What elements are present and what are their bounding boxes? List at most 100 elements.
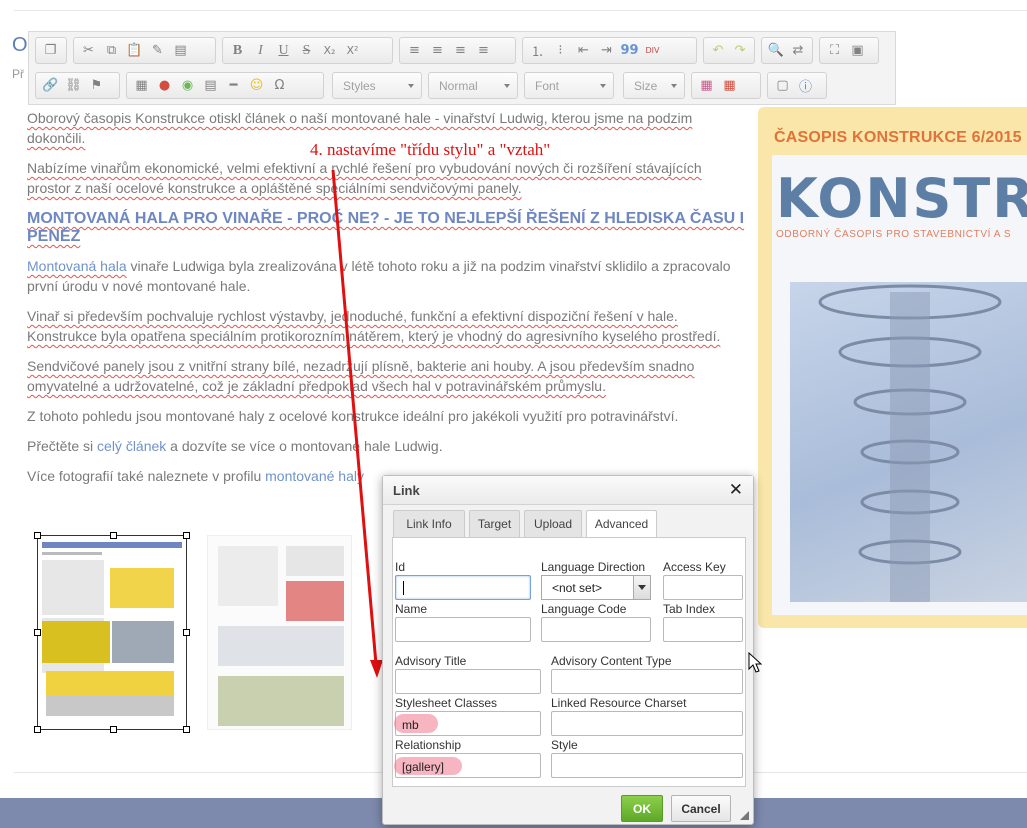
tutorial-annotation: 4. nastavíme "třídu stylu" a "vztah" bbox=[310, 140, 551, 159]
paste-text-icon[interactable]: ✎ bbox=[146, 40, 169, 61]
format-dropdown[interactable]: Normal bbox=[428, 72, 518, 99]
toolbar-group-misc: ▢ ⓘ bbox=[767, 72, 827, 99]
align-center-icon[interactable]: ≡ bbox=[426, 40, 449, 61]
about-icon[interactable]: ⓘ bbox=[794, 75, 817, 96]
chevron-down-icon bbox=[600, 84, 606, 88]
media-icon[interactable]: ◉ bbox=[176, 75, 199, 96]
tab-link-info[interactable]: Link Info bbox=[393, 510, 465, 537]
access-key-field[interactable] bbox=[663, 575, 743, 600]
linked-resource-charset-field[interactable] bbox=[551, 711, 743, 736]
language-direction-select[interactable]: <not set> bbox=[541, 575, 651, 600]
underline-button[interactable]: U bbox=[272, 40, 295, 61]
tab-index-field[interactable] bbox=[663, 617, 743, 642]
bulleted-list-icon[interactable]: ⁝ bbox=[549, 40, 572, 61]
toolbar-group-source: ❐ bbox=[35, 37, 67, 64]
subscript-button[interactable]: X₂ bbox=[318, 40, 341, 61]
advisory-content-type-field[interactable] bbox=[551, 669, 743, 694]
indent-icon[interactable]: ⇥ bbox=[595, 40, 618, 61]
paste-word-icon[interactable]: ▤ bbox=[169, 40, 192, 61]
text-color-icon[interactable]: ▦ bbox=[695, 75, 718, 96]
redo-icon[interactable]: ↷ bbox=[729, 40, 751, 61]
bold-button[interactable]: B bbox=[226, 40, 249, 61]
font-dropdown[interactable]: Font bbox=[524, 72, 614, 99]
tab-upload[interactable]: Upload bbox=[524, 510, 582, 537]
replace-icon[interactable]: ⇄ bbox=[787, 40, 809, 61]
flash-icon[interactable]: ● bbox=[153, 75, 176, 96]
chevron-down-icon bbox=[504, 84, 510, 88]
anchor-icon[interactable]: ⚑ bbox=[85, 75, 108, 96]
cancel-button[interactable]: Cancel bbox=[671, 795, 731, 822]
table-grid-icon[interactable]: ▦ bbox=[718, 75, 741, 96]
copy-format-icon[interactable]: ❐ bbox=[39, 40, 62, 61]
language-code-field[interactable] bbox=[541, 617, 651, 642]
table-icon[interactable]: ▤ bbox=[199, 75, 222, 96]
size-dropdown[interactable]: Size bbox=[623, 72, 685, 99]
ok-button[interactable]: OK bbox=[621, 795, 663, 822]
blockquote-icon[interactable]: 99 bbox=[618, 40, 641, 61]
linked-resource-charset-label: Linked Resource Charset bbox=[551, 696, 687, 710]
editor-toolbar: ❐ ✂ ⧉ 📋 ✎ ▤ B I U S X₂ X² ≡ ≡ ≡ ≡ ⒈ ⁝ ⇤ … bbox=[28, 31, 896, 105]
language-direction-label: Language Direction bbox=[541, 560, 646, 574]
close-icon[interactable]: ✕ bbox=[729, 480, 743, 500]
copy-icon[interactable]: ⧉ bbox=[100, 40, 123, 61]
unlink-icon[interactable]: ⛓ bbox=[62, 75, 85, 96]
tab-target[interactable]: Target bbox=[469, 510, 520, 537]
templates-icon[interactable]: ▢ bbox=[771, 75, 794, 96]
dialog-title-bar[interactable]: Link ✕ bbox=[383, 476, 753, 505]
chevron-down-icon bbox=[671, 84, 677, 88]
toolbar-group-insert: ▦ ● ◉ ▤ ━ ☺ Ω bbox=[126, 72, 324, 99]
toolbar-group-align: ≡ ≡ ≡ ≡ bbox=[399, 37, 516, 64]
id-label: Id bbox=[395, 560, 406, 574]
relationship-label: Relationship bbox=[395, 738, 462, 752]
article-content[interactable]: Oborový časopis Konstrukce otiskl článek… bbox=[27, 108, 747, 496]
create-div-icon[interactable]: DIV bbox=[641, 40, 664, 61]
link-icon[interactable]: 🔗 bbox=[39, 75, 62, 96]
style-field[interactable] bbox=[551, 753, 743, 778]
id-field[interactable] bbox=[395, 575, 531, 600]
magazine-cover[interactable]: ČASOPIS KONSTRUKCE 6/2015 KONSTRUK ODBOR… bbox=[758, 107, 1027, 628]
style-label: Style bbox=[551, 738, 578, 752]
article-thumbnail[interactable] bbox=[207, 535, 352, 730]
article-thumbnail-selected[interactable] bbox=[34, 532, 190, 733]
image-icon[interactable]: ▦ bbox=[130, 75, 153, 96]
paste-icon[interactable]: 📋 bbox=[123, 40, 146, 61]
dialog-title: Link bbox=[393, 483, 420, 498]
advisory-title-field[interactable] bbox=[395, 669, 541, 694]
undo-icon[interactable]: ↶ bbox=[707, 40, 729, 61]
numbered-list-icon[interactable]: ⒈ bbox=[526, 40, 549, 61]
find-icon[interactable]: 🔍 bbox=[765, 40, 787, 61]
name-field[interactable] bbox=[395, 617, 531, 642]
cut-icon[interactable]: ✂ bbox=[77, 40, 100, 61]
paragraph: Montovaná hala vinaře Ludwiga byla zreal… bbox=[27, 258, 731, 294]
stylesheet-classes-field[interactable]: mb bbox=[394, 711, 541, 736]
page-divider-top bbox=[14, 10, 1027, 11]
align-right-icon[interactable]: ≡ bbox=[449, 40, 472, 61]
advisory-content-type-label: Advisory Content Type bbox=[551, 654, 672, 668]
outdent-icon[interactable]: ⇤ bbox=[572, 40, 595, 61]
page-subheading: Př bbox=[12, 67, 24, 81]
advanced-tab-panel: Id Language Direction <not set> Access K… bbox=[392, 537, 746, 787]
italic-button[interactable]: I bbox=[249, 40, 272, 61]
article-link[interactable]: celý článek bbox=[97, 438, 166, 454]
toolbar-group-basic-styles: B I U S X₂ X² bbox=[222, 37, 393, 64]
maximize-icon[interactable]: ⛶ bbox=[823, 40, 846, 61]
toolbar-group-colors: ▦ ▦ bbox=[691, 72, 761, 99]
article-link[interactable]: Montovaná hala bbox=[27, 258, 127, 274]
cover-photo bbox=[790, 282, 1027, 602]
strikethrough-button[interactable]: S bbox=[295, 40, 318, 61]
styles-dropdown[interactable]: Styles bbox=[332, 72, 422, 99]
resize-grip-icon[interactable] bbox=[740, 811, 749, 820]
align-left-icon[interactable]: ≡ bbox=[403, 40, 426, 61]
show-blocks-icon[interactable]: ▣ bbox=[846, 40, 869, 61]
superscript-button[interactable]: X² bbox=[341, 40, 364, 61]
smiley-icon[interactable]: ☺ bbox=[245, 75, 268, 96]
horizontal-line-icon[interactable]: ━ bbox=[222, 75, 245, 96]
special-char-icon[interactable]: Ω bbox=[268, 75, 291, 96]
toolbar-group-view: ⛶ ▣ bbox=[819, 37, 879, 64]
article-link[interactable]: montované haly bbox=[265, 468, 364, 484]
paragraph: Nabízíme vinařům ekonomické, velmi efekt… bbox=[27, 160, 702, 196]
relationship-field[interactable]: [gallery] bbox=[394, 753, 541, 778]
tab-advanced[interactable]: Advanced bbox=[586, 510, 657, 538]
toolbar-group-find: 🔍 ⇄ bbox=[761, 37, 813, 64]
align-justify-icon[interactable]: ≡ bbox=[472, 40, 495, 61]
